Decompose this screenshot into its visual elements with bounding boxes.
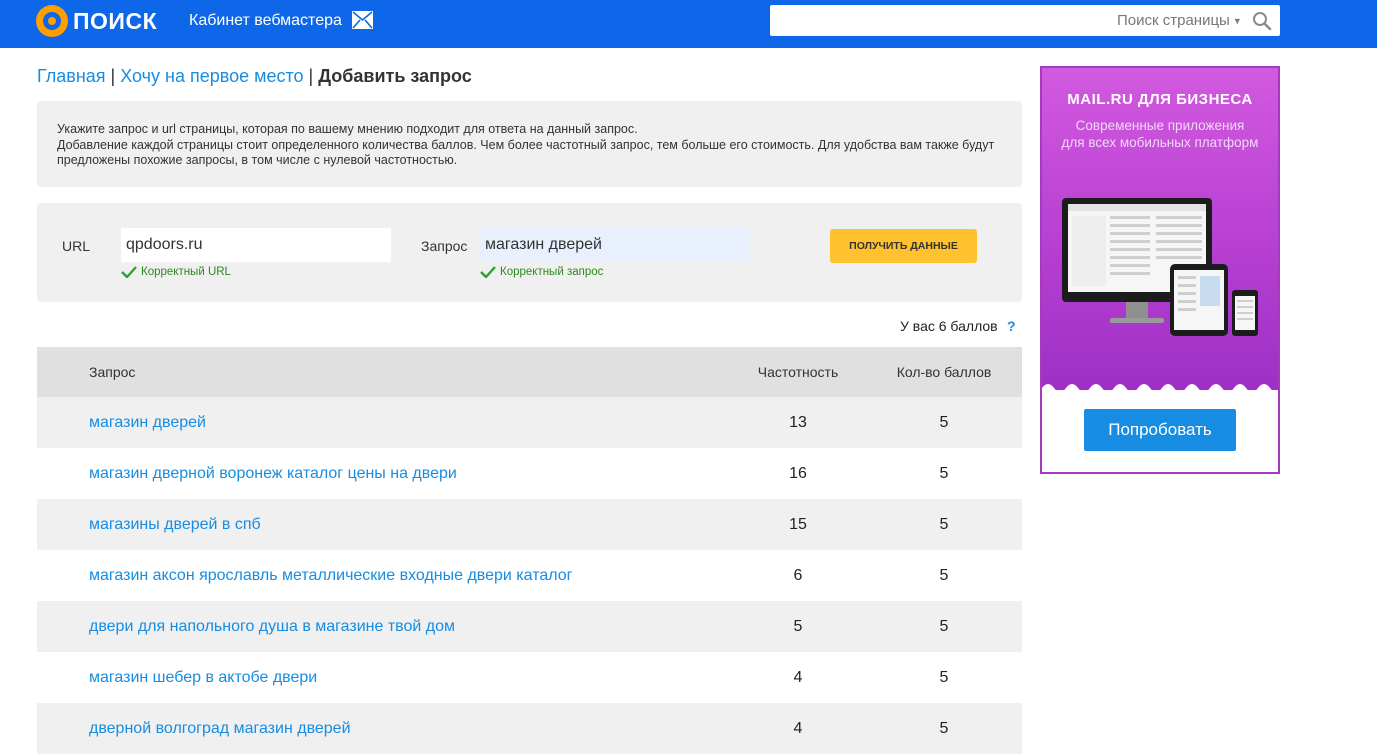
frequency-cell: 13 (789, 413, 807, 431)
table-row: магазин аксон ярославль металлические вх… (37, 550, 1022, 601)
query-link[interactable]: магазин дверей (89, 414, 206, 432)
check-icon (121, 266, 137, 278)
column-header-frequency: Частотность (757, 364, 839, 380)
search-scope-dropdown[interactable]: Поиск страницы ▼ (1117, 12, 1242, 29)
webmaster-cabinet-link[interactable]: Кабинет вебмастера (189, 12, 342, 30)
table-header: Запрос Частотность Кол-во баллов (37, 347, 1022, 397)
url-valid-text: Корректный URL (141, 266, 231, 278)
wave-divider (1042, 384, 1278, 394)
url-valid-status: Корректный URL (121, 266, 231, 278)
query-valid-status: Корректный запрос (480, 266, 603, 278)
url-field[interactable] (121, 228, 391, 262)
frequency-cell: 16 (789, 464, 807, 482)
frequency-cell: 4 (793, 668, 803, 686)
logo-at-icon (36, 5, 68, 37)
points-cell: 5 (939, 719, 949, 737)
check-icon (480, 266, 496, 278)
logo-text: ПОИСК (73, 7, 158, 34)
top-bar: ПОИСК Кабинет вебмастера Поиск страницы ▼ (0, 0, 1377, 48)
points-balance: У вас 6 баллов (900, 318, 998, 334)
query-link[interactable]: магазин аксон ярославль металлические вх… (89, 567, 573, 585)
query-link[interactable]: дверной волгоград магазин дверей (89, 720, 351, 738)
ad-subtitle: Современные приложения для всех мобильны… (1042, 117, 1278, 151)
table-row: магазины дверей в спб 15 5 (37, 499, 1022, 550)
frequency-cell: 4 (793, 719, 803, 737)
caret-down-icon: ▼ (1232, 16, 1242, 27)
query-link[interactable]: магазины дверей в спб (89, 516, 261, 534)
logo[interactable]: ПОИСК (36, 4, 157, 38)
table-row: дверной волгоград магазин дверей 4 5 (37, 703, 1022, 754)
query-field[interactable] (480, 228, 750, 262)
breadcrumb: Главная | Хочу на первое место | Добавить за… (37, 66, 472, 87)
queries-table: Запрос Частотность Кол-во баллов магазин… (37, 347, 1022, 754)
points-cell: 5 (939, 413, 949, 431)
ad-title: MAIL.RU ДЛЯ БИЗНЕСА (1067, 91, 1253, 108)
table-row: магазин дверной воронеж каталог цены на … (37, 448, 1022, 499)
table-row: магазин шебер в актобе двери 4 5 (37, 652, 1022, 703)
column-header-points: Кол-во баллов (896, 364, 992, 380)
try-button[interactable]: Попробовать (1084, 409, 1236, 451)
page-title: Добавить запрос (318, 66, 472, 86)
points-cell: 5 (939, 566, 949, 584)
query-link[interactable]: магазин дверной воронеж каталог цены на … (89, 465, 457, 483)
info-text-line1: Укажите запрос и url страницы, которая п… (57, 122, 638, 136)
points-cell: 5 (939, 515, 949, 533)
breadcrumb-separator: | (110, 66, 116, 86)
frequency-cell: 15 (789, 515, 807, 533)
query-form: URL Корректный URL Запрос Корректный зап… (37, 203, 1022, 302)
search-scope-label: Поиск страницы (1117, 12, 1230, 29)
breadcrumb-home[interactable]: Главная (37, 66, 106, 86)
query-link[interactable]: двери для напольного душа в магазине тво… (89, 618, 455, 636)
breadcrumb-separator: | (308, 66, 314, 86)
search-input[interactable] (770, 5, 1100, 36)
mail-icon[interactable] (352, 11, 373, 29)
help-icon[interactable]: ? (1007, 318, 1016, 334)
frequency-cell: 5 (793, 617, 803, 635)
query-link[interactable]: магазин шебер в актобе двери (89, 669, 317, 687)
breadcrumb-section[interactable]: Хочу на первое место (120, 66, 303, 86)
url-label: URL (62, 238, 91, 254)
column-header-query: Запрос (89, 364, 136, 380)
info-panel: Укажите запрос и url страницы, которая п… (37, 101, 1022, 187)
devices-illustration-icon (1062, 198, 1258, 336)
frequency-cell: 6 (793, 566, 803, 584)
search-icon[interactable] (1252, 11, 1272, 31)
points-cell: 5 (939, 668, 949, 686)
ad-subtitle-line1: Современные приложения (1075, 118, 1245, 133)
points-cell: 5 (939, 617, 949, 635)
ad-banner[interactable]: MAIL.RU ДЛЯ БИЗНЕСА Современные приложен… (1040, 66, 1280, 474)
info-text-line2: Добавление каждой страницы стоит определ… (57, 137, 995, 168)
ad-subtitle-line2: для всех мобильных платформ (1061, 135, 1259, 150)
query-label: Запрос (421, 238, 468, 254)
query-valid-text: Корректный запрос (500, 266, 604, 278)
get-data-button[interactable]: ПОЛУЧИТЬ ДАННЫЕ (830, 229, 977, 263)
table-row: магазин дверей 13 5 (37, 397, 1022, 448)
points-cell: 5 (939, 464, 949, 482)
table-row: двери для напольного душа в магазине тво… (37, 601, 1022, 652)
ad-promo-area: MAIL.RU ДЛЯ БИЗНЕСА Современные приложен… (1042, 68, 1278, 390)
